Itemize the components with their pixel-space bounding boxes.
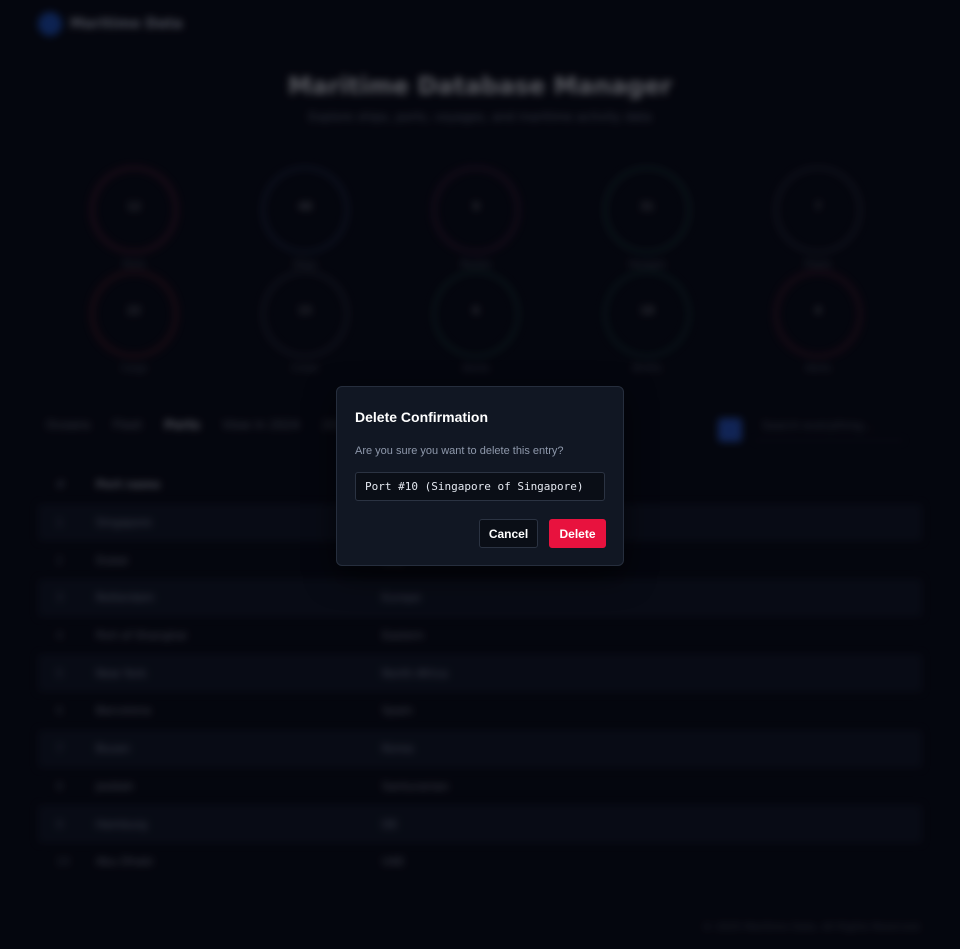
delete-button[interactable]: Delete: [549, 519, 606, 548]
dialog-title: Delete Confirmation: [355, 409, 489, 425]
cancel-button[interactable]: Cancel: [479, 519, 538, 548]
delete-confirmation-dialog: Delete Confirmation Are you sure you wan…: [336, 386, 624, 566]
entry-name-field: Port #10 (Singapore of Singapore): [355, 472, 605, 501]
dialog-message: Are you sure you want to delete this ent…: [355, 445, 564, 457]
